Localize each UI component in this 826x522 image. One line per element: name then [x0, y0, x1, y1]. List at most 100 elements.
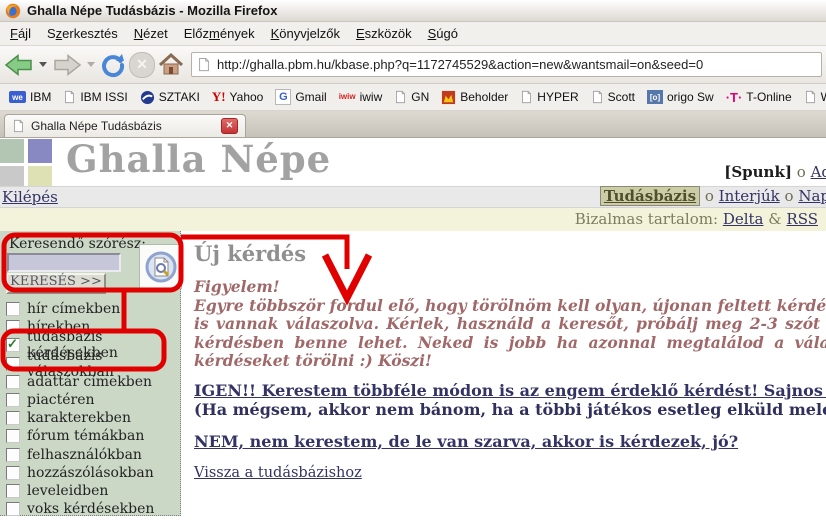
close-icon: ✕ [226, 120, 234, 130]
bookmark-ibm[interactable]: we IBM [3, 88, 57, 106]
checkbox-label: hozzászólásokban [27, 465, 154, 481]
checkbox-label: felhasználókban [27, 447, 142, 463]
iwiw-icon: iwiw [339, 93, 356, 101]
checkbox[interactable] [6, 357, 20, 371]
checkbox[interactable] [6, 448, 20, 462]
header-link-ad[interactable]: Ad [811, 163, 826, 181]
search-input[interactable] [7, 253, 121, 272]
checkbox-label: karakterekben [27, 410, 131, 426]
home-button[interactable] [158, 50, 184, 80]
checkbox-label: adattár címekben [27, 374, 152, 390]
forward-dropdown[interactable] [87, 62, 95, 67]
logo-square-purple [28, 139, 52, 163]
nav-link-nap[interactable]: Nap [798, 187, 826, 205]
checkbox[interactable] [6, 466, 20, 480]
menu-view[interactable]: Nézet [126, 23, 176, 44]
page-icon [63, 90, 76, 104]
menu-history[interactable]: Előzmények [176, 23, 263, 44]
menu-tools[interactable]: Eszközök [348, 23, 420, 44]
back-arrow-icon [4, 52, 34, 78]
origo-icon: [o] [647, 90, 663, 104]
checkbox-row-forum-temakban: fórum témákban [6, 427, 177, 445]
checkbox-row-voks-kerdesekben: voks kérdésekben [6, 500, 177, 518]
checkbox-row-karakterekben: karakterekben [6, 409, 177, 427]
search-icon-button[interactable] [139, 244, 182, 289]
menu-file[interactable]: Fájl [2, 23, 39, 44]
bookmark-ibm-issi[interactable]: IBM ISSI [57, 88, 133, 106]
firefox-icon [5, 3, 21, 19]
checkbox-label: piactéren [27, 392, 95, 408]
checkbox-row-tudasbazis-valaszokban: tudásbázis válaszokban [6, 355, 177, 373]
back-to-knowledge-base-link[interactable]: Vissza a tudásbázishoz [194, 465, 362, 481]
checkbox-label: fórum témákban [27, 428, 144, 444]
reload-button[interactable] [100, 50, 126, 80]
page-title: Új kérdés [194, 241, 306, 266]
section-nav-bar: Kilépés Tudásbázis o Interjúk o Nap [0, 186, 826, 208]
checkbox[interactable] [6, 411, 20, 425]
checkbox[interactable] [6, 338, 20, 352]
forward-button[interactable] [52, 50, 82, 80]
checkbox[interactable] [6, 320, 20, 334]
bookmark-gmail[interactable]: G Gmail [269, 87, 332, 107]
url-text: http://ghalla.pbm.hu/kbase.php?q=1172745… [217, 57, 703, 72]
checkbox[interactable] [6, 375, 20, 389]
url-bar[interactable]: http://ghalla.pbm.hu/kbase.php?q=1172745… [191, 52, 822, 77]
bookmark-origo[interactable]: [o] origo Sw [641, 88, 720, 106]
menu-bookmarks[interactable]: Könyvjelzők [263, 23, 348, 44]
checkbox-label: voks kérdésekben [27, 501, 154, 517]
home-icon [158, 53, 184, 77]
checkbox-row-piacteren: piactéren [6, 391, 177, 409]
bookmark-iwiw[interactable]: iwiw iwiw [333, 88, 389, 106]
bookmark-yahoo[interactable]: Y! Yahoo [206, 87, 270, 107]
checkbox[interactable] [6, 502, 20, 516]
bookmark-beholder[interactable]: Beholder [435, 88, 514, 107]
checkbox-row-hir-cimekben: hír címekben [6, 300, 177, 318]
menu-edit[interactable]: Szerkesztés [39, 23, 126, 44]
search-button[interactable]: KERESÉS >> [6, 273, 106, 294]
tab-bar: Ghalla Népe Tudásbázis ✕ [0, 111, 826, 138]
beholder-icon [441, 90, 456, 105]
notice-line: kérdéseket törölni :) Köszi! [194, 352, 826, 371]
user-badge: [Spunk] [724, 163, 792, 181]
page-icon [804, 90, 817, 104]
bookmark-sztaki[interactable]: SZTAKI [134, 88, 206, 107]
checkbox-row-adattar-cimekben: adattár címekben [6, 373, 177, 391]
bookmark-scott[interactable]: Scott [585, 88, 641, 106]
checkbox-row-hozzaszolasokban: hozzászólásokban [6, 464, 177, 482]
bookmark-hyper[interactable]: HYPER [514, 88, 584, 106]
search-sidebar: Keresendő szórész: KERESÉS >> hír címekb… [0, 231, 181, 516]
window-titlebar: Ghalla Népe Tudásbázis - Mozilla Firefox [0, 0, 826, 22]
page-icon [394, 90, 407, 104]
bookmark-winehq[interactable]: Wine HQ [798, 88, 826, 106]
sztaki-icon [140, 90, 155, 105]
nav-current-tudasbazis[interactable]: Tudásbázis [600, 186, 700, 206]
checkbox[interactable] [6, 393, 20, 407]
menu-help[interactable]: Súgó [420, 23, 466, 44]
site-title: Ghalla Népe [66, 137, 331, 181]
nav-link-interjuk[interactable]: Interjúk [719, 187, 780, 205]
checkbox[interactable] [6, 484, 20, 498]
section-nav: Tudásbázis o Interjúk o Nap [600, 187, 826, 205]
notice-line: kérdésben benne lehet. Neked is jobb ha … [194, 334, 826, 353]
tab-title: Ghalla Népe Tudásbázis [31, 119, 162, 133]
yes-searched-link[interactable]: IGEN!! Kerestem többféle módon is az eng… [194, 381, 826, 400]
tab-ghalla-nepe[interactable]: Ghalla Népe Tudásbázis ✕ [4, 114, 246, 137]
yahoo-icon: Y! [212, 89, 226, 105]
tab-close-button[interactable]: ✕ [221, 118, 238, 134]
back-button[interactable] [4, 50, 34, 80]
checkbox-row-felhasznalokban: felhasználókban [6, 446, 177, 464]
link-delta[interactable]: Delta [723, 210, 764, 228]
bookmark-t-online[interactable]: ·T· T-Online [720, 88, 798, 107]
forward-arrow-icon [52, 52, 82, 78]
stop-button[interactable]: ✕ [129, 50, 155, 80]
no-searched-link[interactable]: NEM, nem kerestem, de le van szarva, akk… [194, 432, 738, 451]
page-icon [591, 90, 604, 104]
checkbox[interactable] [6, 429, 20, 443]
logout-link[interactable]: Kilépés [2, 188, 58, 206]
link-rss[interactable]: RSS [786, 210, 818, 228]
document-search-icon [144, 249, 178, 285]
checkbox[interactable] [6, 302, 20, 316]
bookmark-gn[interactable]: GN [388, 88, 435, 106]
back-dropdown[interactable] [39, 62, 47, 67]
main-content: Új kérdés Figyelem! Egyre többször fordu… [181, 231, 826, 522]
